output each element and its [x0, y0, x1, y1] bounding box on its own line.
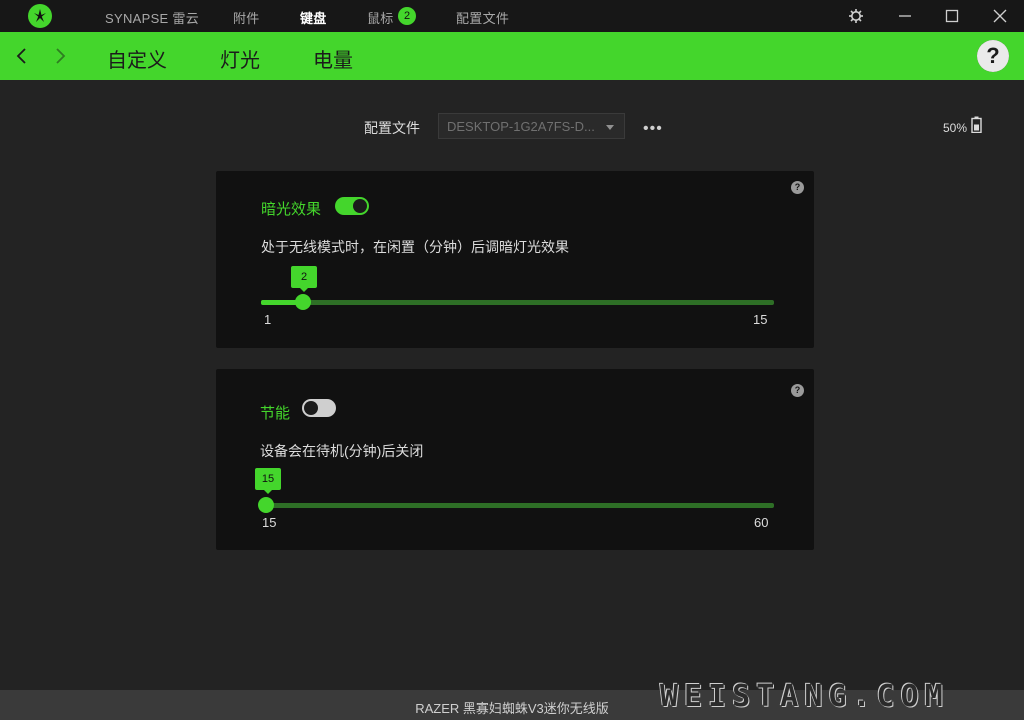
dim-toggle-knob — [353, 199, 367, 213]
power-title: 节能 — [260, 405, 291, 422]
dim-value-bubble: 2 — [291, 266, 317, 292]
settings-gear-icon[interactable] — [846, 6, 866, 26]
power-value-bubble: 15 — [255, 468, 281, 494]
dim-min-label: 1 — [264, 312, 272, 327]
power-slider-thumb[interactable] — [258, 497, 274, 513]
nav-synapse[interactable]: SYNAPSE 雷云 — [105, 8, 199, 27]
help-button[interactable]: ? — [977, 40, 1009, 72]
more-options-button[interactable]: ••• — [643, 120, 663, 138]
power-help-icon[interactable]: ? — [791, 384, 804, 397]
title-bar: SYNAPSE 雷云 附件 键盘 鼠标 2 配置文件 — [0, 0, 1024, 32]
power-min-label: 15 — [262, 515, 277, 530]
maximize-icon[interactable] — [942, 6, 962, 26]
power-toggle-knob — [304, 401, 318, 415]
nav-keyboard[interactable]: 键盘 — [300, 8, 327, 27]
dim-max-label: 15 — [753, 312, 768, 327]
close-icon[interactable] — [990, 6, 1010, 26]
profile-label: 配置文件 — [364, 120, 420, 136]
help-icon: ? — [977, 40, 1009, 72]
power-toggle[interactable] — [302, 399, 336, 417]
nav-accessories[interactable]: 附件 — [233, 8, 260, 27]
power-max-label: 60 — [754, 515, 769, 530]
dim-slider-thumb[interactable] — [295, 294, 311, 310]
power-saving-panel: ? 节能 设备会在待机(分钟)后关闭 15 15 60 — [216, 369, 814, 550]
chevron-down-icon — [606, 125, 614, 130]
mouse-count-badge: 2 — [398, 7, 416, 25]
dim-help-icon[interactable]: ? — [791, 181, 804, 194]
power-description: 设备会在待机(分钟)后关闭 — [260, 443, 424, 459]
tab-lighting[interactable]: 灯光 — [220, 44, 260, 73]
tab-customize[interactable]: 自定义 — [107, 44, 167, 73]
dim-slider-track[interactable] — [261, 300, 774, 305]
power-slider-track[interactable] — [260, 503, 774, 508]
dim-description: 处于无线模式时，在闲置（分钟）后调暗灯光效果 — [261, 239, 569, 255]
profile-selected-value: DESKTOP-1G2A7FS-D... — [447, 119, 595, 134]
nav-mouse[interactable]: 鼠标 — [367, 8, 394, 27]
battery-icon — [971, 116, 982, 134]
razer-logo-icon[interactable] — [28, 4, 52, 28]
battery-percent: 50% — [943, 121, 968, 135]
profile-dropdown[interactable]: DESKTOP-1G2A7FS-D... — [438, 113, 625, 139]
tab-power[interactable]: 电量 — [313, 44, 353, 73]
dim-lighting-panel: ? 暗光效果 处于无线模式时，在闲置（分钟）后调暗灯光效果 2 1 15 — [216, 171, 814, 348]
watermark: WEISTANG.COM — [660, 679, 949, 714]
minimize-icon[interactable] — [895, 6, 915, 26]
dim-toggle[interactable] — [335, 197, 369, 215]
nav-profiles[interactable]: 配置文件 — [456, 8, 509, 27]
dim-title: 暗光效果 — [261, 201, 322, 218]
forward-arrow-icon[interactable] — [50, 44, 70, 68]
back-arrow-icon[interactable] — [12, 44, 32, 68]
